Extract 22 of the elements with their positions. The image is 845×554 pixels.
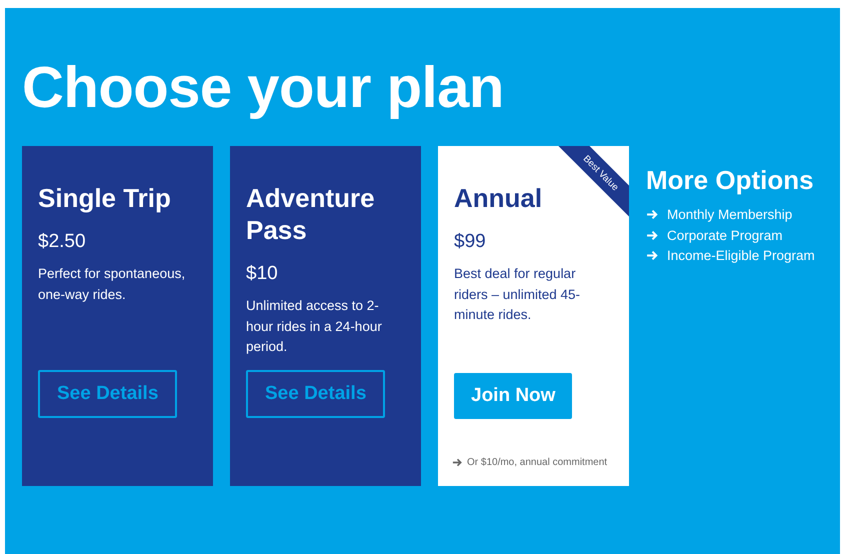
plan-title: Single Trip bbox=[38, 182, 171, 214]
option-link[interactable]: Monthly Membership bbox=[667, 206, 792, 224]
plan-note: Or $10/mo, annual commitment bbox=[467, 457, 608, 468]
plan-title: Annual bbox=[454, 182, 542, 214]
option-link[interactable]: Income-Eligible Program bbox=[667, 247, 815, 264]
plan-description: Unlimited access to 2-hour rides in a 24-hour period. bbox=[246, 297, 383, 356]
section-title: More Options bbox=[646, 164, 815, 196]
plan-title: Adventure Pass bbox=[246, 182, 376, 246]
plan-price: $10 bbox=[246, 262, 278, 286]
option-link[interactable]: Corporate Program bbox=[667, 226, 783, 244]
page-heading: Choose your plan bbox=[22, 54, 505, 122]
details-button[interactable]: See Details bbox=[246, 370, 386, 418]
arrow-icon bbox=[646, 208, 659, 222]
plan-description: Best deal for regular riders – unlimited 45-minute rides. bbox=[454, 265, 582, 324]
arrow-icon bbox=[646, 228, 659, 242]
join-button[interactable]: Join Now bbox=[454, 373, 572, 419]
arrow-icon bbox=[452, 457, 463, 468]
plan-price: $99 bbox=[454, 230, 486, 254]
plan-price: $2.50 bbox=[38, 230, 86, 254]
arrow-icon bbox=[646, 249, 659, 262]
plan-description: Perfect for spontaneous, one-way rides. bbox=[38, 265, 186, 304]
details-button[interactable]: See Details bbox=[38, 370, 178, 418]
